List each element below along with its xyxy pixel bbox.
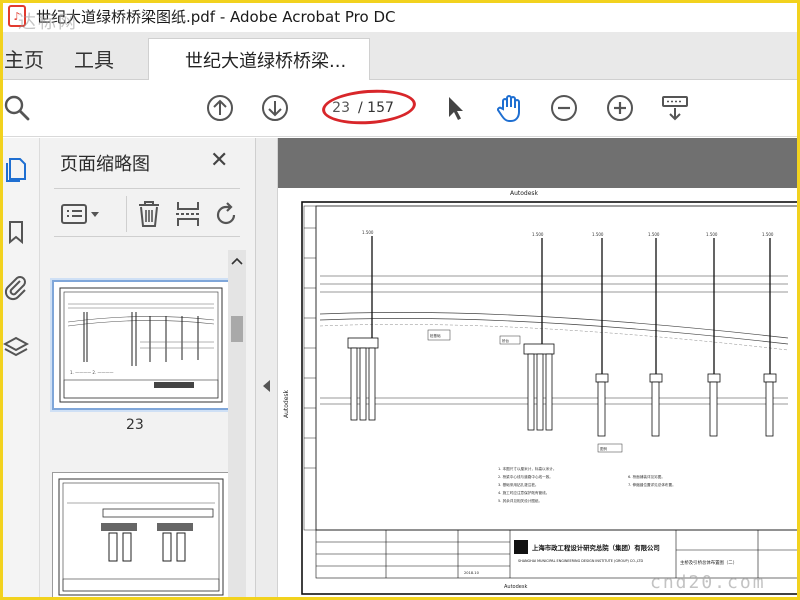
thumbnail-drawing: 1. ———— 2. ———— (59, 287, 223, 403)
tab-document-label: 世纪大道绿桥桥梁... (185, 51, 347, 72)
divider (126, 196, 127, 232)
navigation-rail (0, 138, 40, 600)
select-cursor-icon[interactable] (440, 93, 470, 123)
zoom-in-icon[interactable] (605, 93, 635, 123)
delete-icon[interactable] (136, 199, 162, 233)
company-logo (514, 540, 528, 554)
svg-text:1.500: 1.500 (362, 230, 374, 235)
bookmark-icon[interactable] (2, 218, 30, 246)
thumbnail-label: 23 (126, 417, 144, 433)
svg-text:图例: 图例 (600, 446, 608, 451)
main-toolbar: 23 / 157 (0, 80, 800, 137)
svg-text:1.500: 1.500 (762, 232, 774, 237)
tab-bar: 主页 工具 世纪大道绿桥桥梁... (0, 32, 800, 81)
scrollbar-thumb[interactable] (231, 316, 243, 342)
drawing-side-text: Autodesk (283, 389, 290, 418)
hand-tool-icon[interactable] (495, 93, 525, 123)
svg-text:1.500: 1.500 (592, 232, 604, 237)
thumbnail-scrollbar[interactable] (228, 250, 246, 600)
zoom-out-icon[interactable] (549, 93, 579, 123)
svg-text:2. 桥梁中心线与道路中心线一致。: 2. 桥梁中心线与道路中心线一致。 (498, 474, 553, 479)
search-icon[interactable] (2, 93, 32, 123)
thumbnail-panel: 页面缩略图 ✕ 1. ———— 2. ———— 23 (40, 138, 256, 600)
watermark-bottom: cnd20.com (650, 572, 766, 593)
sheet-title: 主桥及引桥总体布置图（二） (680, 559, 737, 566)
rotate-icon[interactable] (214, 199, 240, 233)
pdf-page: Autodesk Autodesk 1.500 1.500 1.500 1.50… (278, 188, 800, 600)
svg-text:5. 其余详见相关设计图纸。: 5. 其余详见相关设计图纸。 (498, 498, 542, 503)
tab-document[interactable]: 世纪大道绿桥桥梁... (148, 38, 370, 81)
drawing-date: 2018.10 (464, 571, 480, 575)
panel-collapse-handle[interactable] (256, 138, 278, 600)
company-name: 上海市政工程设计研究总院（集团）有限公司 (532, 543, 660, 552)
thumbnail-drawing (58, 478, 224, 596)
divider (54, 188, 240, 189)
title-bar: ♪ 世纪大道绿桥桥梁图纸.pdf - Adobe Acrobat Pro DC … (0, 0, 800, 33)
divider (54, 236, 240, 237)
layers-icon[interactable] (2, 334, 30, 362)
svg-text:桥台: 桥台 (502, 338, 510, 343)
svg-text:3. 基础采用钻孔灌注桩。: 3. 基础采用钻孔灌注桩。 (498, 482, 539, 487)
company-english: SHANGHAI MUNICIPAL ENGINEERING DESIGN IN… (518, 559, 643, 563)
svg-text:1.500: 1.500 (648, 232, 660, 237)
svg-text:1. 本图尺寸以厘米计，标高以米计。: 1. 本图尺寸以厘米计，标高以米计。 (498, 466, 556, 471)
panel-toolbar (54, 196, 240, 232)
svg-text:4. 施工时应注意保护既有管线。: 4. 施工时应注意保护既有管线。 (498, 490, 549, 495)
svg-text:1.500: 1.500 (532, 232, 544, 237)
keyboard-scroll-icon[interactable] (660, 93, 690, 123)
engineering-drawing: Autodesk Autodesk 1.500 1.500 1.500 1.50… (283, 190, 800, 595)
svg-text:桩基础: 桩基础 (430, 333, 441, 338)
window-title: 世纪大道绿桥桥梁图纸.pdf - Adobe Acrobat Pro DC (36, 7, 396, 26)
panel-title: 页面缩略图 (60, 154, 150, 175)
thumbnail-page-23[interactable]: 1. ———— 2. ———— (52, 280, 228, 410)
options-menu-icon[interactable] (60, 201, 102, 231)
page-thumbnails-icon[interactable] (2, 156, 30, 184)
svg-text:6. 桥面铺装详见另图。: 6. 桥面铺装详见另图。 (628, 474, 665, 479)
svg-text:1. ———— 2. ————: 1. ———— 2. ———— (70, 370, 113, 375)
tab-home[interactable]: 主页 (4, 44, 44, 73)
thumbnail-list: 1. ———— 2. ———— 23 (50, 250, 228, 600)
attachment-icon[interactable] (2, 274, 30, 302)
svg-text:1.500: 1.500 (706, 232, 718, 237)
collapse-arrow-icon[interactable] (256, 376, 278, 396)
thumbnail-page-24[interactable] (52, 472, 228, 600)
watermark-top: 达标网 (18, 12, 78, 33)
drawing-footer-text: Autodesk (504, 584, 527, 590)
close-icon[interactable]: ✕ (210, 148, 228, 173)
svg-text:7. 伸缩缝位置详见总体布置。: 7. 伸缩缝位置详见总体布置。 (628, 482, 676, 487)
drawing-header-text: Autodesk (510, 190, 539, 197)
page-up-icon[interactable] (205, 93, 235, 123)
extract-pages-icon[interactable] (174, 199, 202, 233)
document-viewer[interactable]: Autodesk Autodesk 1.500 1.500 1.500 1.50… (278, 138, 800, 600)
tab-tools[interactable]: 工具 (74, 44, 114, 73)
page-down-icon[interactable] (260, 93, 290, 123)
